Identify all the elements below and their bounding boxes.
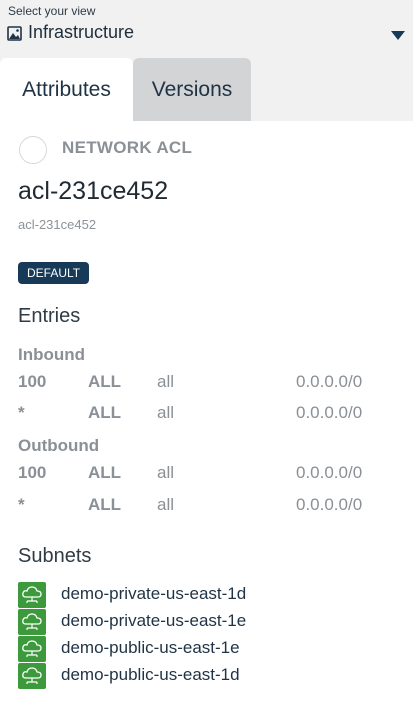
resource-name: acl-231ce452 — [18, 177, 169, 205]
entry-protocol: ALL — [88, 495, 122, 514]
subnet-link[interactable]: demo-public-us-east-1d — [18, 663, 378, 689]
entry-ports: all — [157, 372, 175, 391]
view-selector-value: Infrastructure — [28, 22, 135, 42]
subnet-link[interactable]: demo-private-us-east-1e — [18, 609, 378, 635]
resource-type-icon — [19, 136, 47, 164]
resource-type-label: NETWORK ACL — [62, 138, 193, 157]
subnet-cloud-icon — [18, 663, 46, 689]
entry-cidr: 0.0.0.0/0 — [296, 372, 363, 391]
tab-versions[interactable]: Versions — [133, 58, 251, 121]
entry-ports: all — [157, 495, 175, 514]
entry-rule: * — [18, 495, 25, 514]
subnet-cloud-icon — [18, 636, 46, 662]
entries-heading: Entries — [18, 305, 81, 327]
subnet-label[interactable]: demo-private-us-east-1d — [61, 584, 246, 604]
status-badge: DEFAULT — [18, 262, 90, 284]
attributes-panel: NETWORK ACL acl-231ce452 acl-231ce452 DE… — [0, 121, 413, 725]
chevron-down-icon[interactable] — [391, 27, 405, 40]
entry-ports: all — [157, 403, 175, 422]
resource-id: acl-231ce452 — [18, 217, 97, 232]
entry-protocol: ALL — [88, 403, 122, 422]
entry-ports: all — [157, 463, 175, 482]
entry-cidr: 0.0.0.0/0 — [296, 463, 363, 482]
outbound-heading: Outbound — [18, 436, 100, 455]
view-selector[interactable]: Select your view Infrastructure — [0, 0, 413, 58]
entry-cidr: 0.0.0.0/0 — [296, 495, 363, 514]
tab-attributes[interactable]: Attributes — [0, 58, 133, 121]
entry-rule: 100 — [18, 463, 47, 482]
subnets-heading: Subnets — [18, 545, 92, 567]
subnet-cloud-icon — [18, 582, 46, 608]
subnet-label[interactable]: demo-public-us-east-1d — [61, 665, 240, 685]
subnet-cloud-icon — [18, 609, 46, 635]
view-selector-caption: Select your view — [8, 4, 96, 18]
entry-rule: * — [18, 403, 25, 422]
subnet-link[interactable]: demo-public-us-east-1e — [18, 636, 378, 662]
subnet-link[interactable]: demo-private-us-east-1d — [18, 582, 378, 608]
inbound-heading: Inbound — [18, 345, 86, 364]
entry-rule: 100 — [18, 372, 47, 391]
subnet-label[interactable]: demo-private-us-east-1e — [61, 611, 246, 631]
image-icon — [7, 26, 22, 41]
entry-protocol: ALL — [88, 372, 122, 391]
entry-protocol: ALL — [88, 463, 122, 482]
subnet-label[interactable]: demo-public-us-east-1e — [61, 638, 240, 658]
entry-cidr: 0.0.0.0/0 — [296, 403, 363, 422]
tab-bar: Attributes Versions — [0, 58, 413, 121]
